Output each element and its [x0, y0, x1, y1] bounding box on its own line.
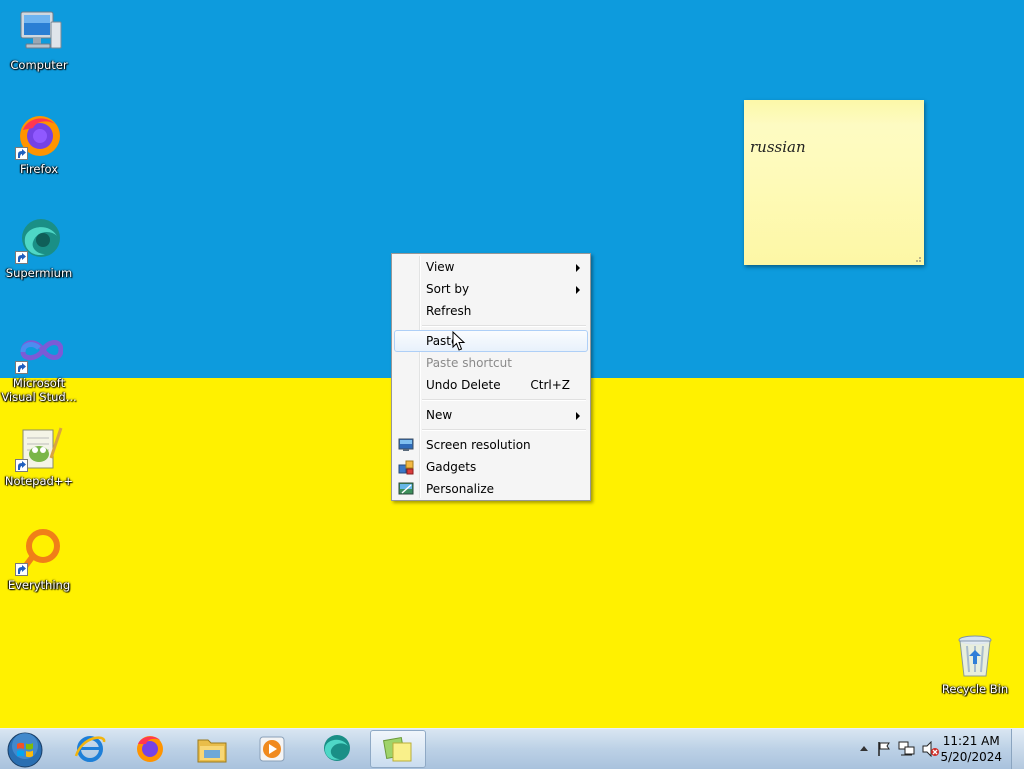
computer-icon [15, 8, 63, 56]
menu-item-personalize[interactable]: Personalize [394, 478, 588, 500]
menu-item-label: View [426, 260, 455, 274]
sticky-notes-icon [382, 736, 412, 762]
notepad-plus-plus-icon [15, 424, 63, 472]
menu-item-gadgets[interactable]: Gadgets [394, 456, 588, 478]
menu-item-view[interactable]: View [394, 256, 588, 278]
desktop-icon-visual-studio[interactable]: Microsoft Visual Stud... [1, 326, 77, 404]
menu-item-label: Personalize [426, 482, 495, 496]
clock-date: 5/20/2024 [940, 750, 1002, 764]
taskbar: 11:21 AM 5/20/2024 [0, 728, 1024, 769]
menu-item-label: New [426, 408, 453, 422]
desktop-icon-label: Supermium [5, 266, 73, 280]
menu-item-refresh[interactable]: Refresh [394, 300, 588, 322]
menu-item-undo-delete[interactable]: Undo Delete Ctrl+Z [394, 374, 588, 396]
desktop-icon-label: Notepad++ [4, 474, 74, 488]
show-desktop-button[interactable] [1011, 729, 1024, 769]
shortcut-arrow-icon [15, 459, 28, 472]
shortcut-arrow-icon [15, 251, 28, 264]
taskbar-media-player[interactable] [244, 730, 300, 768]
menu-separator [422, 399, 586, 401]
resize-grip-icon[interactable] [913, 254, 921, 262]
system-tray: 11:21 AM 5/20/2024 [834, 729, 1024, 769]
desktop-icon-computer[interactable]: Computer [1, 8, 77, 72]
firefox-icon [137, 736, 163, 762]
submenu-arrow-icon [576, 264, 580, 272]
personalize-icon [398, 482, 414, 495]
taskbar-sticky-notes[interactable] [370, 730, 426, 768]
menu-item-label: Refresh [426, 304, 472, 318]
internet-explorer-icon [74, 736, 106, 762]
desktop-icon-supermium[interactable]: Supermium [1, 216, 77, 280]
volume-muted-icon[interactable] [922, 741, 940, 757]
menu-item-label: Undo Delete [426, 378, 501, 392]
file-explorer-icon [197, 739, 227, 763]
taskbar-clock[interactable]: 11:21 AM 5/20/2024 [940, 733, 1002, 765]
media-player-icon [259, 736, 285, 762]
menu-item-label: Sort by [426, 282, 470, 296]
menu-item-paste[interactable]: Paste [394, 330, 588, 352]
menu-separator [422, 429, 586, 431]
sticky-note[interactable]: russian [744, 100, 924, 265]
everything-icon [15, 528, 63, 576]
menu-item-label: Paste shortcut [426, 356, 512, 370]
menu-item-screen-resolution[interactable]: Screen resolution [394, 434, 588, 456]
desktop-icon-label: Microsoft Visual Stud... [1, 376, 77, 404]
taskbar-file-explorer[interactable] [184, 730, 240, 768]
menu-item-sort-by[interactable]: Sort by [394, 278, 588, 300]
shortcut-arrow-icon [15, 361, 28, 374]
firefox-icon [15, 112, 63, 160]
desktop-icon-recycle-bin[interactable]: Recycle Bin [937, 632, 1013, 696]
taskbar-supermium[interactable] [308, 730, 364, 768]
menu-item-paste-shortcut: Paste shortcut [394, 352, 588, 374]
clock-time: 11:21 AM [942, 734, 1000, 748]
menu-separator [422, 325, 586, 327]
menu-item-accelerator: Ctrl+Z [530, 378, 570, 392]
desktop-icon-notepad-plus-plus[interactable]: Notepad++ [1, 424, 77, 488]
submenu-arrow-icon [576, 412, 580, 420]
menu-item-label: Screen resolution [426, 438, 531, 452]
sticky-note-text[interactable]: russian [750, 138, 806, 156]
supermium-icon [324, 735, 350, 761]
desktop-context-menu: View Sort by Refresh Paste Paste shortcu… [391, 253, 591, 501]
taskbar-firefox[interactable] [122, 730, 178, 768]
start-button[interactable] [6, 731, 44, 769]
taskbar-internet-explorer[interactable] [62, 730, 118, 768]
action-center-flag-icon[interactable] [876, 741, 892, 757]
desktop-icon-label: Computer [10, 58, 68, 72]
show-hidden-icons-arrow[interactable] [860, 745, 868, 751]
shortcut-arrow-icon [15, 563, 28, 576]
recycle-bin-icon [951, 632, 999, 680]
desktop-icon-firefox[interactable]: Firefox [1, 112, 77, 176]
shortcut-arrow-icon [15, 147, 28, 160]
desktop-icon-label: Everything [7, 578, 71, 592]
desktop-icon-everything[interactable]: Everything [1, 528, 77, 592]
gadgets-icon [398, 460, 414, 475]
network-icon[interactable] [898, 741, 916, 757]
supermium-icon [15, 216, 63, 264]
windows-logo-icon [7, 732, 43, 768]
submenu-arrow-icon [576, 286, 580, 294]
screen-resolution-icon [398, 438, 414, 451]
visual-studio-icon [15, 326, 64, 374]
desktop-icon-label: Recycle Bin [941, 682, 1009, 696]
desktop-icon-label: Firefox [19, 162, 59, 176]
menu-item-label: Gadgets [426, 460, 477, 474]
menu-item-new[interactable]: New [394, 404, 588, 426]
hand-cursor-icon [452, 331, 466, 351]
